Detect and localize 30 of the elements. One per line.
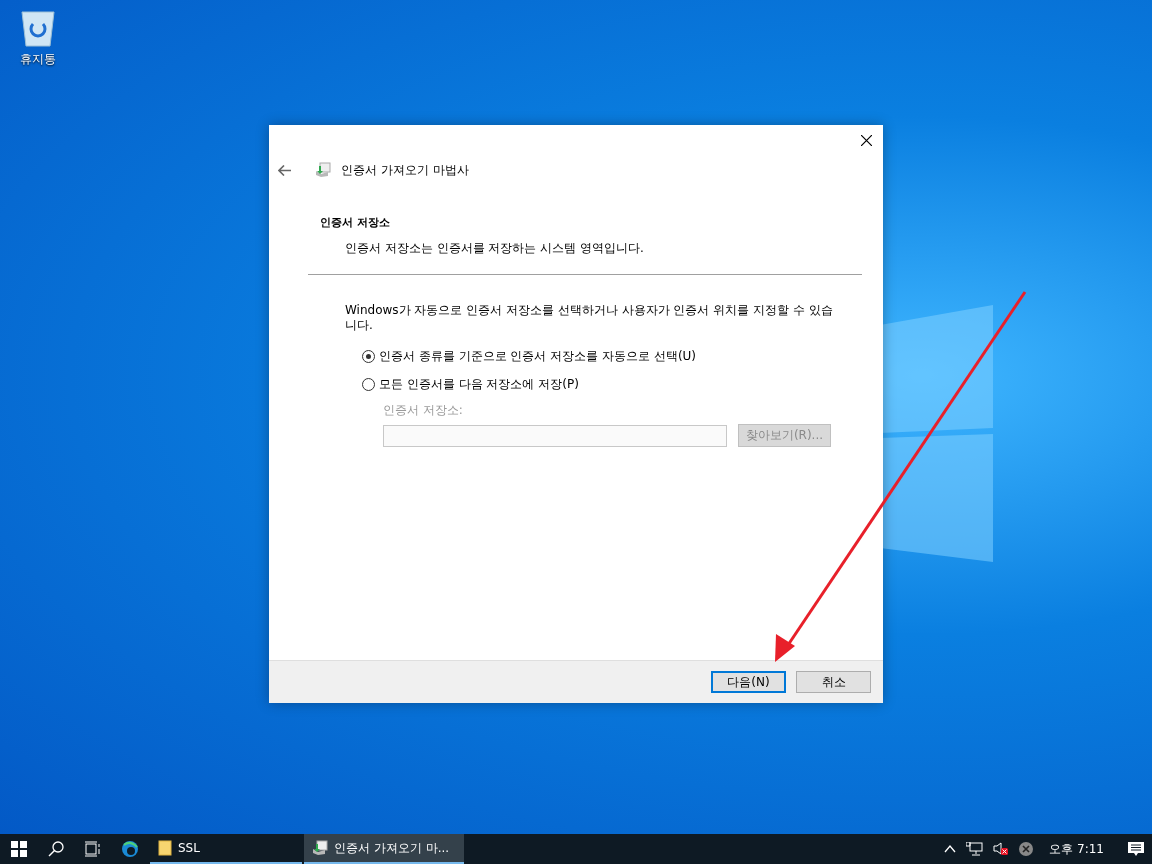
clock[interactable]: 오후 7:11 — [1043, 840, 1118, 858]
network-icon[interactable] — [966, 842, 984, 856]
certificate-icon — [315, 162, 331, 178]
radio-option[interactable]: 모든 인증서를 다음 저장소에 저장(P) — [362, 374, 833, 394]
muted-speaker-icon[interactable] — [993, 842, 1010, 856]
desktop-icon-label[interactable]: 휴지통 — [20, 51, 56, 68]
folder-icon — [158, 840, 172, 856]
taskbar-app[interactable]: 인증서 가져오기 마... — [304, 834, 464, 864]
instruction-text: Windows가 자동으로 인증서 저장소를 선택하거나 사용자가 인증서 위치를 지정할 수 있습니다. — [345, 303, 834, 333]
window-title: 인증서 가져오기 마법사 — [341, 161, 469, 179]
recycle-bin-icon[interactable] — [19, 8, 57, 48]
section-description: 인증서 저장소는 인증서를 저장하는 시스템 영역입니다. — [344, 240, 645, 257]
close-circle-icon[interactable] — [1019, 842, 1034, 856]
browser-icon[interactable] — [120, 840, 139, 858]
task-view-icon[interactable] — [84, 841, 101, 857]
back-arrow-icon[interactable] — [278, 164, 291, 176]
search-icon[interactable] — [47, 841, 64, 857]
close-icon — [860, 134, 872, 146]
taskbar-app[interactable]: SSL — [150, 834, 302, 864]
windows-start-icon[interactable] — [10, 841, 27, 857]
taskbar-app-label: SSL — [178, 841, 200, 855]
section-title: 인증서 저장소 — [320, 215, 391, 230]
notification-icon[interactable] — [1128, 841, 1144, 857]
certificate-icon — [312, 840, 328, 856]
store-label: 인증서 저장소: — [383, 402, 464, 419]
radio-option[interactable]: 인증서 종류를 기준으로 인증서 저장소를 자동으로 선택(U) — [362, 346, 833, 366]
next-button[interactable]: 다음(N) — [711, 671, 786, 693]
taskbar-app-label: 인증서 가져오기 마... — [334, 839, 450, 857]
chevron-up-icon[interactable] — [944, 845, 957, 853]
cancel-button[interactable]: 취소 — [796, 671, 871, 693]
